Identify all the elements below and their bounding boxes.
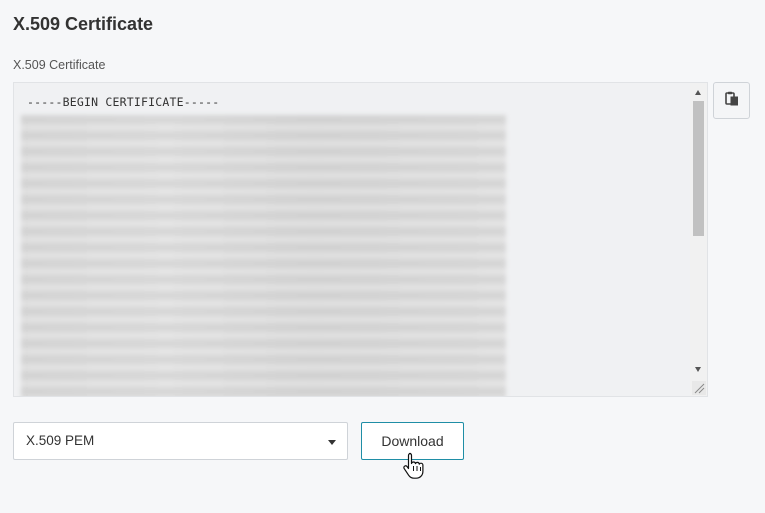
format-select-value: X.509 PEM: [26, 433, 95, 448]
scroll-up-arrow-icon[interactable]: [695, 90, 701, 95]
certificate-content-redacted: [21, 115, 506, 396]
certificate-begin-line: -----BEGIN CERTIFICATE-----: [27, 95, 220, 109]
resize-grip-icon[interactable]: [692, 381, 706, 395]
certificate-textarea[interactable]: -----BEGIN CERTIFICATE-----: [13, 82, 708, 397]
clipboard-icon: [724, 91, 739, 111]
copy-to-clipboard-button[interactable]: [713, 82, 750, 119]
textarea-scrollbar[interactable]: [690, 83, 707, 396]
scroll-thumb[interactable]: [693, 101, 704, 236]
certificate-panel: X.509 Certificate X.509 Certificate ----…: [0, 0, 765, 513]
chevron-down-icon: [328, 440, 336, 445]
certificate-format-select[interactable]: X.509 PEM: [13, 422, 348, 460]
section-title: X.509 Certificate: [13, 14, 154, 34]
scroll-down-arrow-icon[interactable]: [695, 367, 701, 372]
download-button[interactable]: Download: [361, 422, 464, 460]
certificate-field-label: X.509 Certificate: [13, 58, 106, 72]
